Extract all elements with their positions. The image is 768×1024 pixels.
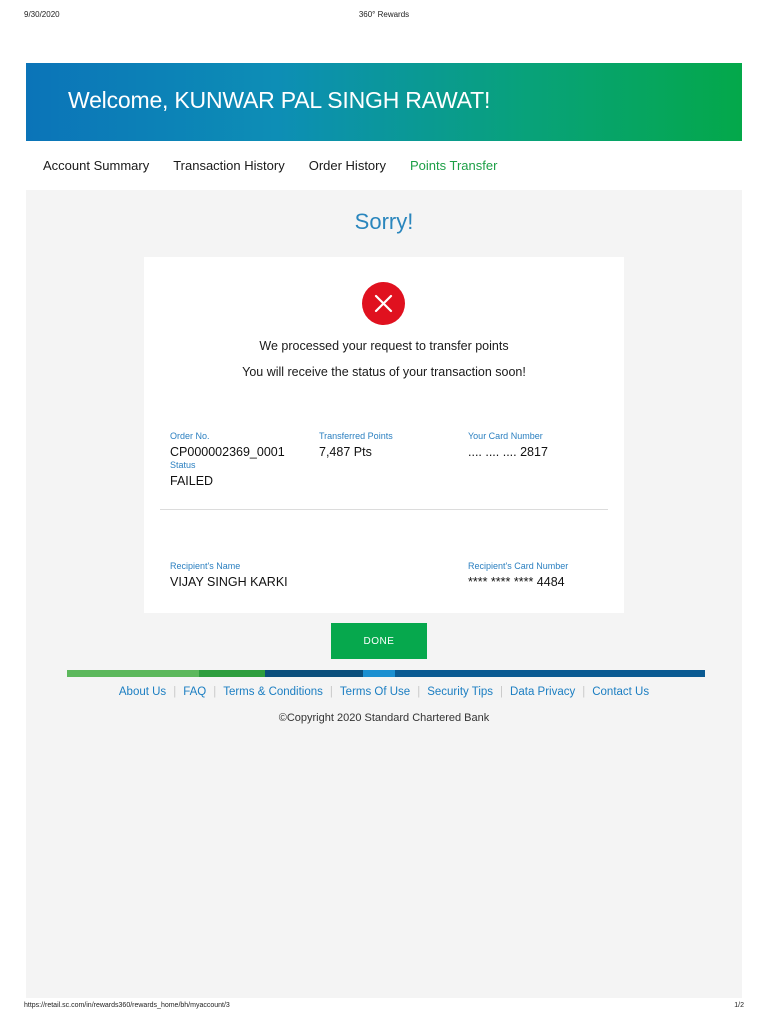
result-message: We processed your request to transfer po… <box>259 339 509 353</box>
tab-order-history[interactable]: Order History <box>299 150 400 182</box>
account-tabs: Account Summary Transaction History Orde… <box>26 150 742 182</box>
transfer-result-card: We processed your request to transfer po… <box>144 257 624 613</box>
card-number-field: Your Card Number .... .... .... 2817 <box>468 431 548 460</box>
order-number-value: CP000002369_0001 <box>170 445 285 459</box>
footer-link-security-tips[interactable]: Security Tips <box>420 686 500 698</box>
stripe-segment <box>363 670 395 677</box>
order-number-label: Order No. <box>170 431 210 441</box>
main-panel: Sorry! We processed your request to tran… <box>26 190 742 998</box>
stripe-segment <box>199 670 265 677</box>
copyright-text: ©Copyright 2020 Standard Chartered Bank <box>278 712 490 724</box>
footer-link-faq[interactable]: FAQ <box>176 686 213 698</box>
status-field: Status FAILED <box>170 460 213 489</box>
close-icon <box>362 282 405 325</box>
tab-transaction-history[interactable]: Transaction History <box>163 150 299 182</box>
recipient-card-field: Recipient's Card Number **** **** **** 4… <box>468 561 568 590</box>
footer-link-data-privacy[interactable]: Data Privacy <box>503 686 582 698</box>
print-footer: https://retail.sc.com/in/rewards360/rewa… <box>24 1002 744 1014</box>
recipient-name-value: VIJAY SINGH KARKI <box>170 575 288 589</box>
status-label: Status <box>170 460 196 470</box>
footer-color-stripe <box>67 670 705 677</box>
recipient-name-field: Recipient's Name VIJAY SINGH KARKI <box>170 561 288 590</box>
transferred-points-label: Transferred Points <box>319 431 393 441</box>
stripe-segment <box>67 670 199 677</box>
recipient-card-value: **** **** **** 4484 <box>468 575 565 589</box>
order-number-field: Order No. CP000002369_0001 <box>170 431 285 460</box>
print-title: 360° Rewards <box>358 10 410 19</box>
recipient-name-label: Recipient's Name <box>170 561 241 571</box>
transferred-points-field: Transferred Points 7,487 Pts <box>319 431 393 460</box>
footer-link-contact-us[interactable]: Contact Us <box>585 686 656 698</box>
print-page-number: 1/2 <box>734 1002 744 1009</box>
stripe-segment <box>395 670 705 677</box>
welcome-heading: Welcome, KUNWAR PAL SINGH RAWAT! <box>68 87 491 113</box>
footer-link-about-us[interactable]: About Us <box>112 686 173 698</box>
card-number-value: .... .... .... 2817 <box>468 445 548 459</box>
done-button[interactable]: DONE <box>331 623 427 659</box>
tab-account-summary[interactable]: Account Summary <box>26 150 163 182</box>
card-number-label: Your Card Number <box>468 431 543 441</box>
result-submessage: You will receive the status of your tran… <box>242 365 526 379</box>
print-url: https://retail.sc.com/in/rewards360/rewa… <box>24 1002 230 1009</box>
footer-link-terms-of-use[interactable]: Terms Of Use <box>333 686 417 698</box>
print-header: 9/30/2020 360° Rewards <box>24 10 744 24</box>
footer-link-terms-conditions[interactable]: Terms & Conditions <box>216 686 330 698</box>
welcome-banner: Welcome, KUNWAR PAL SINGH RAWAT! <box>26 63 742 141</box>
result-heading: Sorry! <box>354 209 414 234</box>
stripe-segment <box>265 670 363 677</box>
recipient-card-label: Recipient's Card Number <box>468 561 569 571</box>
status-value: FAILED <box>170 474 214 488</box>
divider <box>160 509 608 510</box>
transferred-points-value: 7,487 Pts <box>319 445 372 459</box>
footer-links: About Us | FAQ | Terms & Conditions | Terms Of… <box>26 686 742 698</box>
tab-points-transfer[interactable]: Points Transfer <box>400 150 511 182</box>
